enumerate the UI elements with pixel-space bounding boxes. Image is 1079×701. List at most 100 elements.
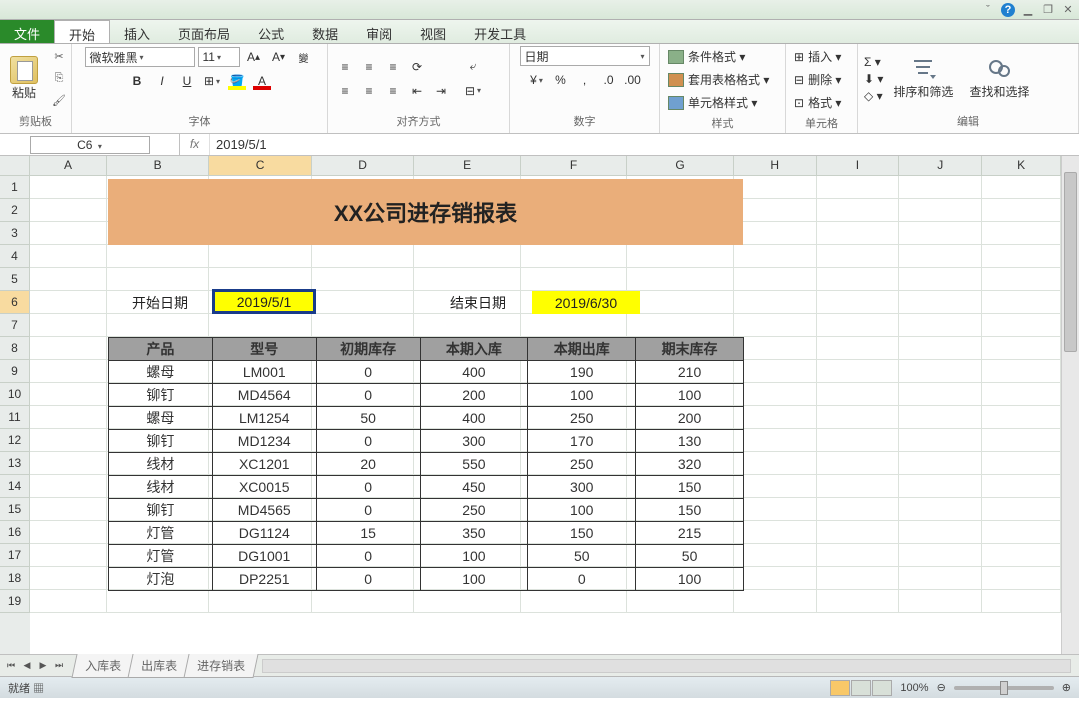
row-head-2[interactable]: 2 xyxy=(0,199,30,222)
table-cell[interactable]: 100 xyxy=(528,384,636,407)
table-cell[interactable]: 50 xyxy=(636,545,744,568)
table-cell[interactable]: 0 xyxy=(316,568,420,591)
paste-button[interactable]: 粘贴 xyxy=(6,54,42,103)
table-cell[interactable]: XC1201 xyxy=(212,453,316,476)
table-cell[interactable]: DP2251 xyxy=(212,568,316,591)
table-cell[interactable]: 150 xyxy=(636,476,744,499)
tab-dev[interactable]: 开发工具 xyxy=(460,20,540,43)
table-row[interactable]: 铆钉MD12340300170130 xyxy=(109,430,744,453)
table-row[interactable]: 铆钉MD45640200100100 xyxy=(109,384,744,407)
tab-data[interactable]: 数据 xyxy=(298,20,352,43)
fx-icon[interactable]: fx xyxy=(180,134,210,155)
sheet-nav-prev-icon[interactable]: ◀ xyxy=(20,659,34,673)
tab-file[interactable]: 文件 xyxy=(0,20,54,43)
find-select-button[interactable]: 查找和选择 xyxy=(963,55,1035,102)
column-headers[interactable]: ABCDEFGHIJK xyxy=(30,156,1061,176)
clear-button[interactable]: ◇ ▾ xyxy=(864,89,883,103)
table-row[interactable]: 灯管DG112415350150215 xyxy=(109,522,744,545)
sheet-tab[interactable]: 进存销表 xyxy=(183,654,258,678)
delete-cells-button[interactable]: ⊟ 删除 ▾ xyxy=(792,69,843,90)
table-cell[interactable]: 200 xyxy=(420,384,528,407)
worksheet-grid[interactable]: ABCDEFGHIJK 1234567891011121314151617181… xyxy=(0,156,1079,654)
col-head-G[interactable]: G xyxy=(627,156,733,176)
end-date-value[interactable]: 2019/6/30 xyxy=(532,291,640,314)
table-cell[interactable]: DG1001 xyxy=(212,545,316,568)
table-cell[interactable]: 50 xyxy=(316,407,420,430)
font-size-combo[interactable]: 11▾ xyxy=(198,47,240,67)
col-head-H[interactable]: H xyxy=(734,156,817,176)
table-cell[interactable]: 线材 xyxy=(109,476,213,499)
insert-cells-button[interactable]: ⊞ 插入 ▾ xyxy=(792,46,843,67)
caret-icon[interactable]: ˇ xyxy=(981,3,995,17)
col-head-C[interactable]: C xyxy=(209,156,312,176)
row-head-9[interactable]: 9 xyxy=(0,360,30,383)
border-icon[interactable]: ⊞▾ xyxy=(201,70,223,92)
row-head-3[interactable]: 3 xyxy=(0,222,30,245)
fill-color-icon[interactable]: 🪣 xyxy=(226,70,248,92)
cond-format-button[interactable]: 条件格式 ▾ xyxy=(666,46,747,67)
table-cell[interactable]: 300 xyxy=(420,430,528,453)
table-row[interactable]: 灯泡DP225101000100 xyxy=(109,568,744,591)
align-right-icon[interactable]: ≡ xyxy=(382,80,404,102)
table-cell[interactable]: 150 xyxy=(528,522,636,545)
row-head-15[interactable]: 15 xyxy=(0,498,30,521)
row-head-13[interactable]: 13 xyxy=(0,452,30,475)
cut-icon[interactable]: ✂ xyxy=(50,49,68,65)
row-head-8[interactable]: 8 xyxy=(0,337,30,360)
table-cell[interactable]: LM1254 xyxy=(212,407,316,430)
table-cell[interactable]: 100 xyxy=(420,568,528,591)
restore-icon[interactable]: ❐ xyxy=(1041,3,1055,17)
table-cell[interactable]: XC0015 xyxy=(212,476,316,499)
table-cell[interactable]: 300 xyxy=(528,476,636,499)
zoom-thumb[interactable] xyxy=(1000,681,1008,695)
row-head-16[interactable]: 16 xyxy=(0,521,30,544)
table-cell[interactable]: 100 xyxy=(420,545,528,568)
table-cell[interactable]: 320 xyxy=(636,453,744,476)
table-cell[interactable]: 100 xyxy=(636,384,744,407)
table-cell[interactable]: 150 xyxy=(636,499,744,522)
zoom-out-icon[interactable]: ⊖ xyxy=(937,681,946,694)
table-cell[interactable]: 线材 xyxy=(109,453,213,476)
align-bottom-icon[interactable]: ≡ xyxy=(382,56,404,78)
row-head-10[interactable]: 10 xyxy=(0,383,30,406)
minimize-icon[interactable]: ▁ xyxy=(1021,3,1035,17)
table-cell[interactable]: 200 xyxy=(636,407,744,430)
row-head-12[interactable]: 12 xyxy=(0,429,30,452)
table-cell[interactable]: 250 xyxy=(528,407,636,430)
zoom-in-icon[interactable]: ⊕ xyxy=(1062,681,1071,694)
sheet-nav-first-icon[interactable]: ⏮ xyxy=(4,659,18,673)
orientation-icon[interactable]: ⟳ xyxy=(406,56,428,78)
inc-decimal-icon[interactable]: .0 xyxy=(598,69,620,91)
close-icon[interactable]: ✕ xyxy=(1061,3,1075,17)
row-head-7[interactable]: 7 xyxy=(0,314,30,337)
indent-inc-icon[interactable]: ⇥ xyxy=(430,80,452,102)
table-cell[interactable]: 20 xyxy=(316,453,420,476)
table-cell[interactable]: 190 xyxy=(528,361,636,384)
table-cell[interactable]: 15 xyxy=(316,522,420,545)
col-head-J[interactable]: J xyxy=(899,156,982,176)
currency-icon[interactable]: ¥▾ xyxy=(526,69,548,91)
align-center-icon[interactable]: ≡ xyxy=(358,80,380,102)
table-cell[interactable]: 0 xyxy=(316,384,420,407)
macro-icon[interactable]: ▦ xyxy=(33,683,44,695)
scroll-thumb[interactable] xyxy=(1064,172,1077,352)
sort-filter-button[interactable]: 排序和筛选 xyxy=(887,55,959,102)
table-cell[interactable]: 250 xyxy=(528,453,636,476)
row-head-18[interactable]: 18 xyxy=(0,567,30,590)
table-cell[interactable]: 0 xyxy=(316,499,420,522)
table-row[interactable]: 铆钉MD45650250100150 xyxy=(109,499,744,522)
cell-area[interactable]: XX公司进存销报表 开始日期 2019/5/1 结束日期 2019/6/30 产… xyxy=(30,176,1061,654)
table-cell[interactable]: 130 xyxy=(636,430,744,453)
align-left-icon[interactable]: ≡ xyxy=(334,80,356,102)
format-painter-icon[interactable]: 🖌 xyxy=(50,93,68,109)
row-headers[interactable]: 12345678910111213141516171819 xyxy=(0,176,30,654)
table-cell[interactable]: DG1124 xyxy=(212,522,316,545)
table-cell[interactable]: 400 xyxy=(420,407,528,430)
view-layout-icon[interactable] xyxy=(851,680,871,696)
table-row[interactable]: 螺母LM0010400190210 xyxy=(109,361,744,384)
sheet-nav-next-icon[interactable]: ▶ xyxy=(36,659,50,673)
table-cell[interactable]: 0 xyxy=(316,476,420,499)
copy-icon[interactable]: ⎘ xyxy=(50,71,68,87)
col-head-K[interactable]: K xyxy=(982,156,1061,176)
col-head-F[interactable]: F xyxy=(521,156,627,176)
